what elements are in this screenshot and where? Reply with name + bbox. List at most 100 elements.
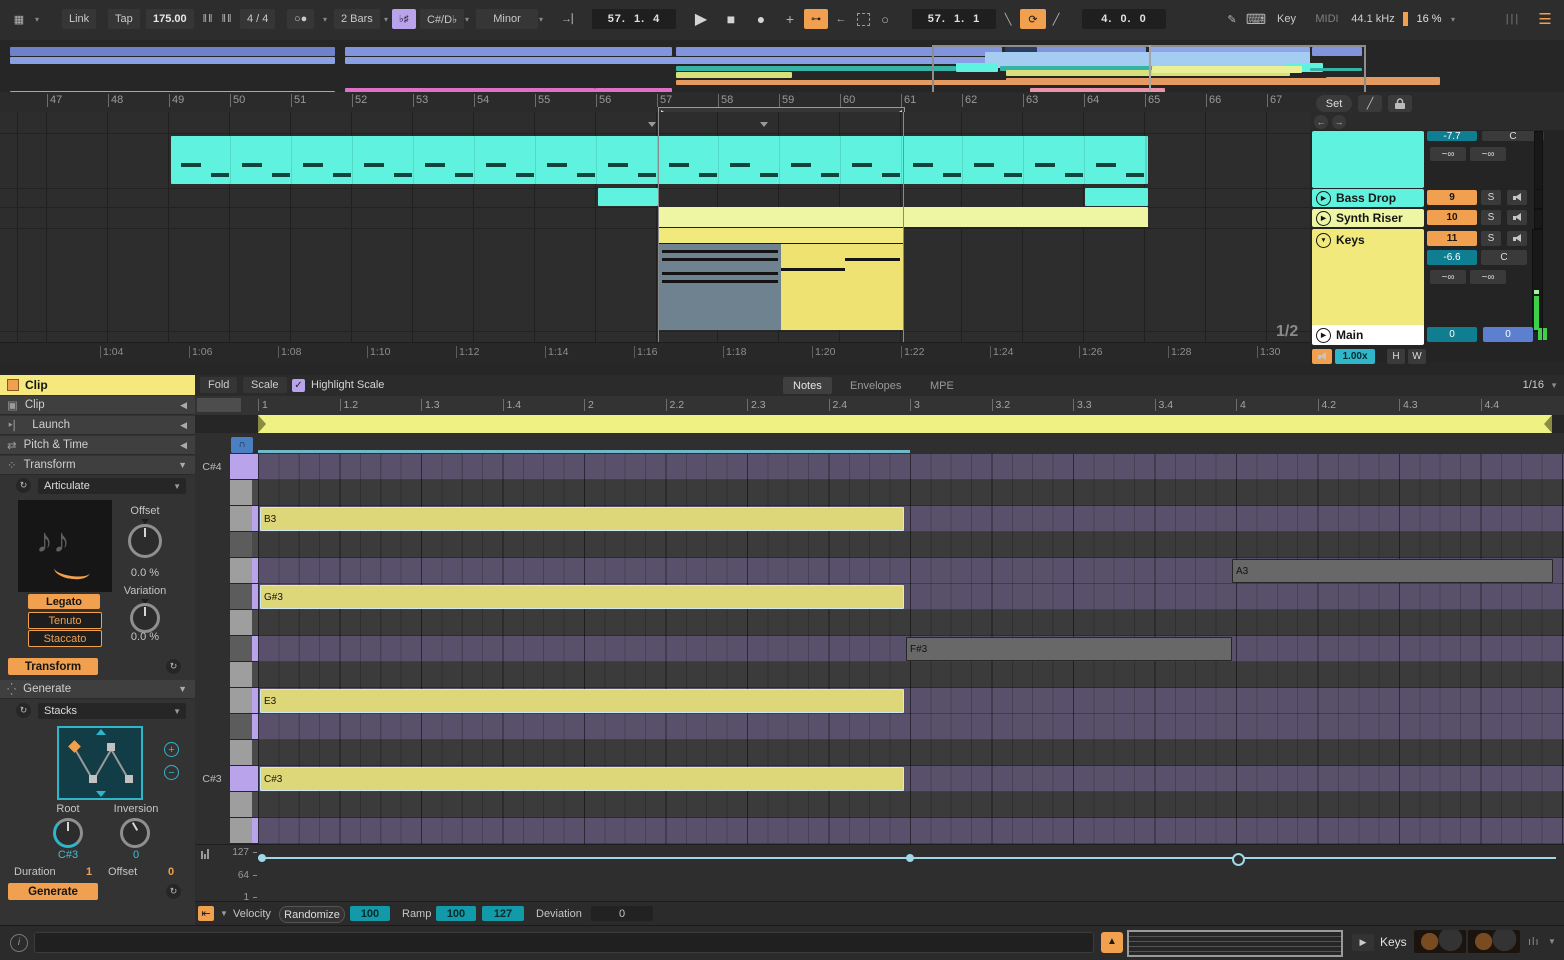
piano-roll-row-D3[interactable] [258,740,1564,766]
piano-key-F#3[interactable] [230,636,252,662]
record-button[interactable]: ● [748,9,774,29]
key-signature-icon[interactable]: ♭♯ [392,9,416,29]
piano-key-E3[interactable] [230,688,252,714]
tenuto-button[interactable]: Tenuto [28,612,102,629]
duration-value[interactable]: 1 [86,866,92,878]
keys-track-number[interactable]: 11 [1427,231,1477,246]
piano-key-column[interactable] [230,454,258,844]
randomize-button[interactable]: Randomize [279,906,345,923]
prev-marker-button[interactable]: ← [1314,115,1328,129]
piano-roll-row-G3[interactable] [258,610,1564,636]
audition-icon[interactable] [1312,349,1332,364]
midi-note-E3[interactable]: E3 [260,689,904,713]
deviation-field[interactable]: 0 [591,906,653,921]
piano-roll-row-D#3[interactable] [258,714,1564,740]
punch-in-icon[interactable]: ╲ [1000,9,1016,29]
partial-send-a[interactable]: −∞ [1430,147,1466,161]
punch-out-icon[interactable]: ╱ [1048,9,1064,29]
loop-length-field[interactable]: 4. 0. 0 [1082,9,1166,29]
key-root-caret-icon[interactable]: ▾ [462,9,472,29]
grid-caret-icon[interactable]: ▼ [1550,381,1558,390]
scale-menu[interactable]: Minor [476,9,538,29]
piano-key-C#3[interactable] [230,766,252,792]
clip-overview-minimap[interactable] [1127,930,1343,957]
keys-name[interactable]: ▼ Keys [1312,229,1424,330]
piano-roll-row-C#4[interactable] [258,454,1564,480]
clip-tab[interactable]: Clip [0,375,195,395]
status-text-field[interactable] [34,932,1094,953]
preferences-caret-icon[interactable]: ▾ [32,9,42,29]
section-transform[interactable]: ⁘Transform▼ [0,456,195,475]
key-map-button[interactable]: Key [1270,9,1303,29]
locator-marker[interactable] [648,122,656,127]
back-to-arrangement-icon[interactable]: ← [832,9,850,29]
preview-headphone-button[interactable]: ∩ [231,437,253,453]
arrangement-overview[interactable] [0,40,1564,93]
time-ruler[interactable]: 1:041:061:081:101:121:141:161:181:201:22… [0,342,1310,363]
bass-activator-button[interactable] [1507,190,1527,205]
offset-knob[interactable] [128,524,162,558]
tap-button[interactable]: Tap [108,9,140,29]
bass-track-number[interactable]: 9 [1427,190,1477,205]
section-pitch-time[interactable]: ⇄Pitch & Time◀ [0,436,195,455]
follow-icon[interactable]: →⎸ [560,9,584,29]
keys-send-a[interactable]: −∞ [1430,270,1466,284]
ramp-from-field[interactable]: 100 [436,906,476,921]
legato-button[interactable]: Legato [28,594,100,609]
piano-key-G#3[interactable] [230,584,252,610]
quantize-caret-icon[interactable]: ▾ [381,9,391,29]
cpu-caret-icon[interactable]: ▾ [1448,9,1458,29]
overdub-plus-icon[interactable]: + [780,9,800,29]
track-play-icon[interactable]: ▶ [1316,191,1331,206]
io-meters-icon[interactable]: ||| [1504,9,1522,29]
track-unfold-icon[interactable]: ▼ [1316,233,1331,248]
riser-activator-button[interactable] [1507,210,1527,225]
meter-caret-icon[interactable]: ▼ [1548,937,1556,946]
staccato-button[interactable]: Staccato [28,630,102,647]
stacks-down-icon[interactable] [96,791,106,797]
midi-note-C#3[interactable]: C#3 [260,767,904,791]
piano-key-B2[interactable] [230,818,252,844]
generate-reroll-icon[interactable]: ↻ [166,884,181,899]
beat-time-ruler[interactable]: 4748495051525354555657585960616263646566… [0,92,1310,113]
cpu-load-value[interactable]: 16 % [1412,9,1446,29]
main-name[interactable]: ▶ Main [1312,325,1424,345]
midi-note-F#3[interactable]: F#3 [906,637,1232,661]
stacks-graph[interactable] [57,726,143,800]
keys-volume-field[interactable]: -6.6 [1427,250,1477,265]
lane-collapse-icon[interactable]: ⇤ [198,906,214,921]
transform-reroll-icon[interactable]: ↻ [166,659,181,674]
offset-value[interactable]: 0.0 % [110,567,180,579]
double-speed-button[interactable]: W [1408,349,1426,364]
stacks-node[interactable] [125,775,133,783]
transform-apply-button[interactable]: Transform [8,658,98,675]
generate-apply-button[interactable]: Generate [8,883,98,900]
gen-offset-value[interactable]: 0 [168,866,174,878]
velocity-marker[interactable] [1232,853,1245,866]
set-locator-button[interactable]: Set [1316,95,1352,112]
bass-clip-a[interactable] [598,188,658,206]
bass-clip-b[interactable] [1085,188,1148,206]
inversion-knob[interactable] [120,818,150,848]
remove-voice-button[interactable]: − [164,765,179,780]
generate-refresh-icon[interactable]: ↻ [16,703,31,718]
highlight-scale-checkbox[interactable]: ✓ [292,379,305,392]
stacks-up-icon[interactable] [96,729,106,735]
device-thumbnail-1[interactable] [1414,930,1466,953]
half-speed-button[interactable]: H [1387,349,1405,364]
section-clip[interactable]: ▣Clip◀ [0,396,195,415]
keys-clip[interactable] [658,228,903,330]
draw-mode-button[interactable]: ⊶ [804,9,828,29]
velocity-marker[interactable] [906,854,914,862]
capture-midi-icon[interactable]: ○ [876,9,894,29]
info-icon[interactable]: i [10,934,28,952]
tab-mpe[interactable]: MPE [920,377,964,394]
playback-speed-field[interactable]: 1.00x [1335,349,1375,364]
device-thumbnail-2[interactable] [1468,930,1520,953]
track-play-icon[interactable]: ▶ [1316,211,1331,226]
stop-button[interactable]: ■ [718,9,744,29]
quantize-menu[interactable]: 2 Bars [334,9,380,29]
preferences-grid-icon[interactable]: ▦ [8,9,30,29]
computer-midi-keyboard-icon[interactable]: ⌨ [1246,9,1266,29]
time-signature-field[interactable]: 4 / 4 [240,9,275,29]
